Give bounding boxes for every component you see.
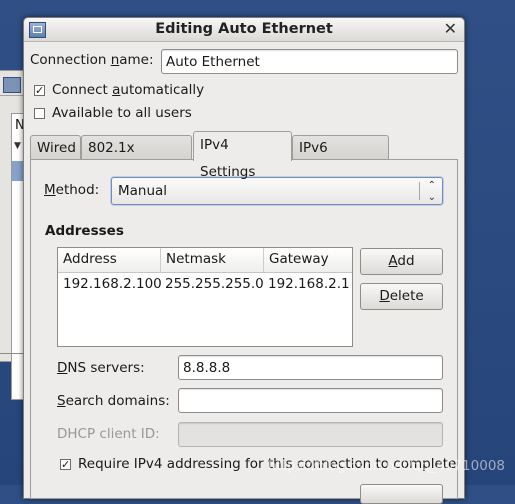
close-icon[interactable]: ✕ xyxy=(444,19,457,38)
gateway-cell[interactable]: 192.168.2.1 xyxy=(263,276,350,292)
editing-connection-dialog: Editing Auto Ethernet ✕ Connection name:… xyxy=(23,17,465,504)
method-label: Method: xyxy=(44,182,100,198)
require-ipv4-checkbox[interactable]: ✓ xyxy=(60,459,71,470)
dhcp-client-id-label: DHCP client ID: xyxy=(57,426,160,442)
column-header-gateway[interactable]: Gateway xyxy=(263,248,352,272)
window-title: Editing Auto Ethernet xyxy=(155,21,333,37)
address-cell[interactable]: 192.168.2.100 xyxy=(58,276,162,292)
available-to-all-users-label[interactable]: Available to all users xyxy=(52,105,192,121)
tab-wired[interactable]: Wired xyxy=(30,135,81,160)
tab-ipv6-settings[interactable]: IPv6 Settings xyxy=(292,135,389,180)
delete-button[interactable]: Delete xyxy=(360,283,443,310)
expander-triangle-icon[interactable]: ▼ xyxy=(14,141,21,151)
connect-automatically-label[interactable]: Connect automatically xyxy=(52,82,204,98)
method-value: Manual xyxy=(118,183,168,199)
network-app-icon xyxy=(3,77,21,93)
column-header-netmask[interactable]: Netmask xyxy=(160,248,263,272)
connect-automatically-checkbox[interactable]: ✓ xyxy=(34,85,45,96)
column-header-address[interactable]: Address xyxy=(58,248,160,272)
combo-separator xyxy=(419,182,420,200)
tab-8021x-security[interactable]: 802.1x Security xyxy=(81,135,192,180)
search-domains-input[interactable] xyxy=(178,388,443,413)
connection-name-label: Connection name: xyxy=(30,52,154,68)
search-domains-label: Search domains: xyxy=(57,393,170,409)
connection-name-input[interactable] xyxy=(161,49,458,74)
up-down-chevron-icon: ⌃ ⌄ xyxy=(427,180,436,203)
watermark: https://blog.csdn.net/qq_40710008 xyxy=(267,458,505,474)
routes-button[interactable] xyxy=(360,484,443,504)
available-to-all-users-checkbox[interactable] xyxy=(34,108,45,119)
dhcp-client-id-input xyxy=(178,422,443,447)
addresses-table[interactable]: Address Netmask Gateway 192.168.2.100 25… xyxy=(57,247,353,347)
addresses-table-header: Address Netmask Gateway xyxy=(58,248,352,273)
title-bar[interactable]: Editing Auto Ethernet ✕ xyxy=(24,18,464,42)
addresses-heading: Addresses xyxy=(45,223,124,239)
method-select[interactable]: Manual ⌃ ⌄ xyxy=(111,177,443,205)
netmask-cell[interactable]: 255.255.255.0 xyxy=(160,276,264,292)
dns-servers-input[interactable] xyxy=(178,355,443,380)
add-button[interactable]: Add xyxy=(360,248,443,275)
dns-servers-label: DNS servers: xyxy=(57,360,145,376)
tab-ipv4-settings[interactable]: IPv4 Settings xyxy=(193,131,292,180)
